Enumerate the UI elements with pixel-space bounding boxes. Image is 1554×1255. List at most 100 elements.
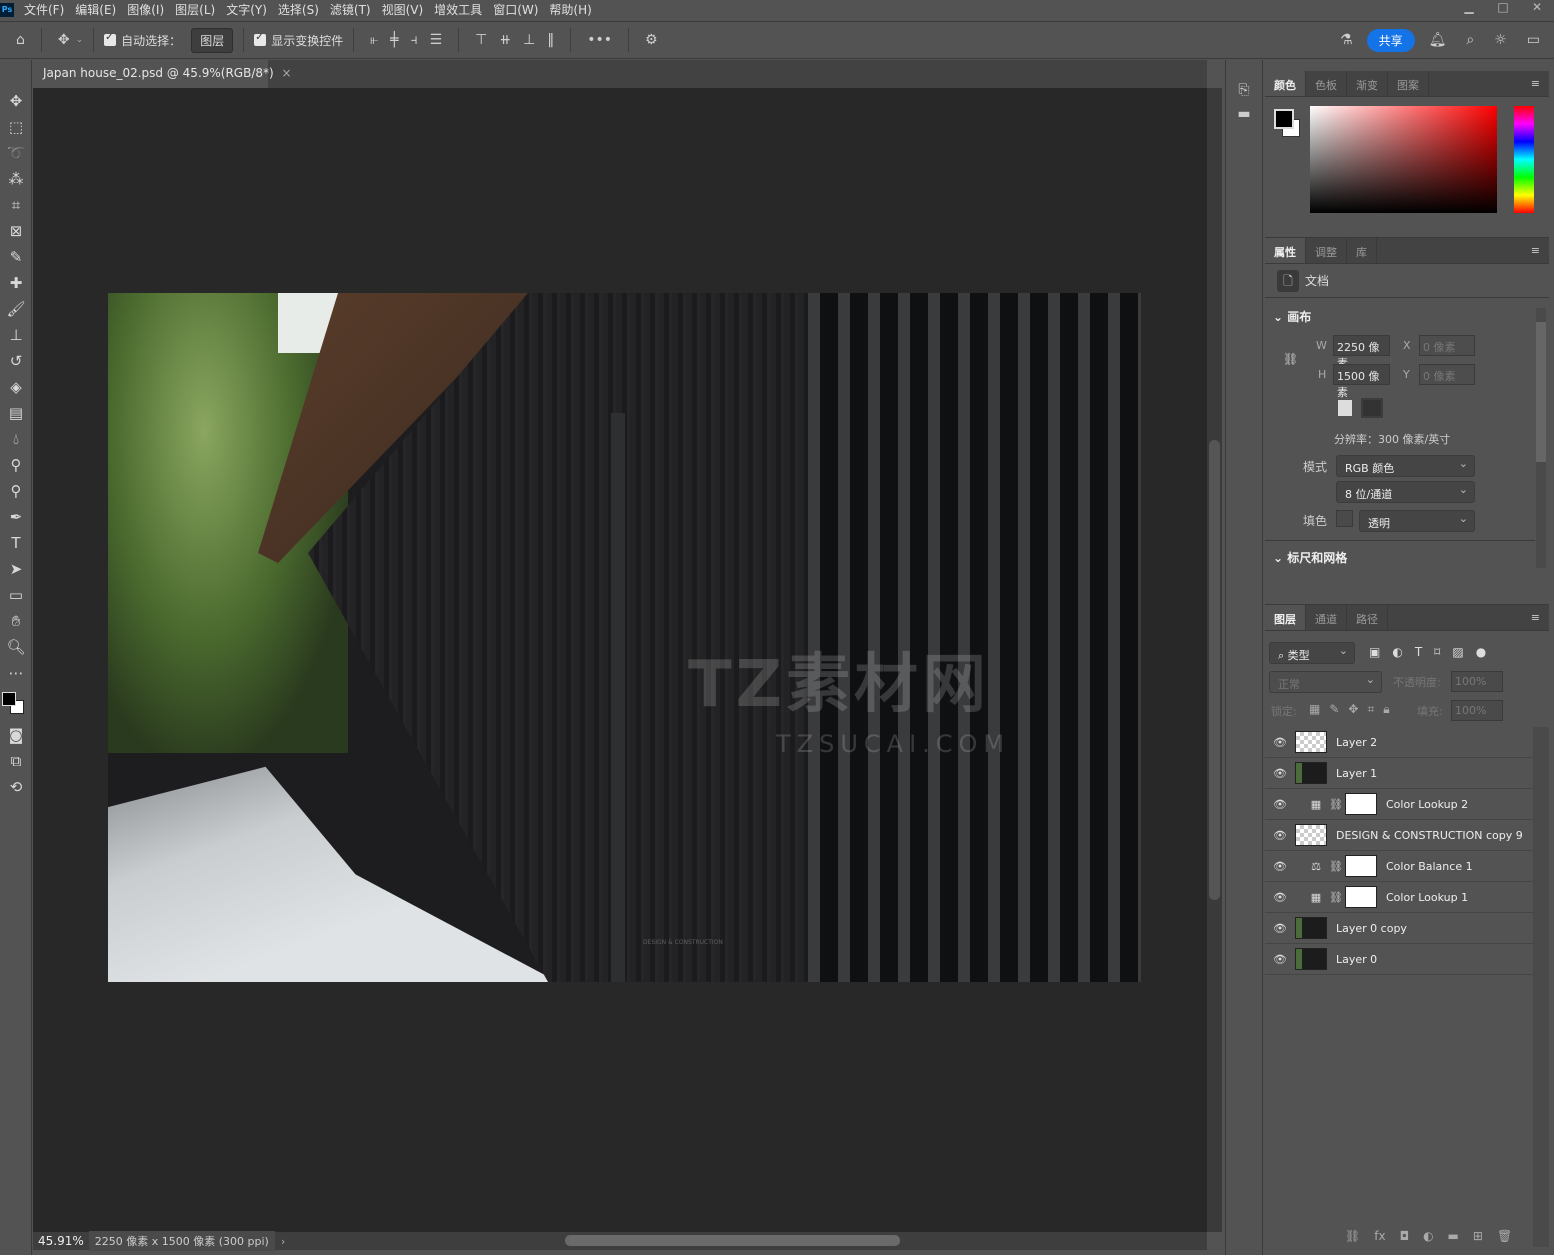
lock-transparent-icon[interactable]: ▦ [1309, 702, 1320, 717]
show-transform-checkbox[interactable] [254, 32, 267, 46]
align-left-icon[interactable]: ⫦ [370, 32, 378, 48]
height-field[interactable]: 1500 像素 [1333, 364, 1390, 399]
tab-patterns[interactable]: 图案 [1388, 71, 1429, 96]
share-button[interactable]: 共享 [1366, 28, 1415, 52]
link-icon[interactable]: ⛓ [1283, 352, 1298, 366]
menu-file[interactable]: 文件(F) [24, 1, 64, 18]
distribute-v-icon[interactable]: ‖ [547, 32, 554, 48]
blur-tool-icon[interactable]: 💧︎ [0, 426, 32, 452]
magic-wand-icon[interactable]: ⁂ [0, 166, 32, 192]
search-icon[interactable]: ⌕ [1466, 32, 1474, 48]
link-icon[interactable]: ⛓ [1327, 891, 1345, 904]
landscape-icon[interactable] [1361, 398, 1383, 418]
filter-type-icon[interactable]: T [1415, 645, 1422, 659]
pen-tool-icon[interactable]: ✒ [0, 504, 32, 530]
menu-help[interactable]: 帮助(H) [549, 1, 591, 18]
healing-brush-icon[interactable]: ✚ [0, 270, 32, 296]
opacity-field[interactable]: 100% [1451, 671, 1503, 692]
gradient-tool-icon[interactable]: ▤ [0, 400, 32, 426]
frame-tool-icon[interactable]: ⊠ [0, 218, 32, 244]
portrait-icon[interactable] [1338, 400, 1352, 416]
tab-layers[interactable]: 图层 [1265, 605, 1306, 630]
comment-icon[interactable]: ▬ [1226, 106, 1262, 122]
menu-type[interactable]: 文字(Y) [226, 1, 267, 18]
layer-row[interactable]: 👁︎ ▦ ⛓ Color Lookup 2 [1265, 789, 1533, 820]
quick-mask-icon[interactable]: ◙ [0, 722, 32, 748]
layer-row[interactable]: 👁︎ Layer 2 [1265, 727, 1533, 758]
eraser-tool-icon[interactable]: ◈ [0, 374, 32, 400]
tab-color[interactable]: 颜色 [1265, 71, 1306, 96]
fill-swatch[interactable] [1336, 510, 1353, 527]
lock-paint-icon[interactable]: ✎ [1329, 702, 1339, 717]
eye-icon[interactable]: 👁︎ [1265, 767, 1295, 780]
filter-pixel-icon[interactable]: ▣ [1369, 645, 1380, 659]
share-tool-icon[interactable]: ⟲ [0, 774, 32, 800]
lock-all-icon[interactable]: 🔒︎ [1383, 702, 1389, 717]
fill-dropdown[interactable]: 透明 [1359, 510, 1475, 532]
layer-row[interactable]: 👁︎ Layer 1 [1265, 758, 1533, 789]
align-top-icon[interactable]: ⊤ [475, 32, 487, 48]
more-options-button[interactable]: ••• [587, 32, 612, 48]
horizontal-scroll-thumb[interactable] [565, 1235, 900, 1246]
align-bottom-icon[interactable]: ⊥ [523, 32, 535, 48]
color-swatches[interactable] [0, 686, 32, 722]
auto-select-checkbox[interactable] [104, 32, 117, 46]
align-right-icon[interactable]: ⫞ [411, 32, 418, 48]
layer-filter-dropdown[interactable]: ⌕ 类型 [1269, 642, 1355, 664]
adjustment-layer-icon[interactable]: ◐ [1423, 1229, 1433, 1243]
eye-icon[interactable]: 👁︎ [1265, 953, 1295, 966]
fx-icon[interactable]: fx [1374, 1229, 1385, 1243]
dodge-tool-icon[interactable]: ⚲ [0, 452, 32, 478]
close-icon[interactable]: ✕ [1520, 0, 1554, 14]
add-mask-icon[interactable]: ◘ [1400, 1229, 1410, 1243]
bulb-icon[interactable]: ☼ [1494, 32, 1507, 48]
hand-tool-icon[interactable]: ✋︎ [0, 608, 32, 634]
color-field[interactable] [1310, 106, 1497, 213]
menu-image[interactable]: 图像(I) [127, 1, 164, 18]
eye-icon[interactable]: 👁︎ [1265, 829, 1295, 842]
layer-row[interactable]: 👁︎ Layer 0 [1265, 944, 1533, 975]
panel-menu-icon[interactable]: ≡ [1522, 605, 1549, 630]
screen-mode-icon[interactable]: ⧉ [0, 748, 32, 774]
canvas-section-header[interactable]: ⌄ 画布 [1273, 308, 1311, 325]
marquee-tool-icon[interactable]: ⬚ [0, 114, 32, 140]
link-icon[interactable]: ⛓ [1327, 798, 1345, 811]
type-tool-icon[interactable]: T [0, 530, 32, 556]
properties-scrollbar[interactable] [1536, 308, 1546, 568]
hue-slider[interactable] [1514, 106, 1534, 213]
zoom-level[interactable]: 45.91% [33, 1234, 89, 1248]
rulers-section-header[interactable]: ⌄ 标尺和网格 [1273, 549, 1347, 566]
rectangle-tool-icon[interactable]: ▭ [0, 582, 32, 608]
menu-layer[interactable]: 图层(L) [175, 1, 215, 18]
stamp-tool-icon[interactable]: ⊥ [0, 322, 32, 348]
menu-view[interactable]: 视图(V) [382, 1, 424, 18]
tab-paths[interactable]: 路径 [1347, 605, 1388, 630]
layer-row[interactable]: 👁︎ Layer 0 copy [1265, 913, 1533, 944]
bell-icon[interactable]: 🔔︎ [1429, 32, 1447, 48]
link-layers-icon[interactable]: ⛓ [1345, 1229, 1360, 1243]
filter-shape-icon[interactable]: ⌑ [1434, 645, 1440, 659]
lock-position-icon[interactable]: ✥ [1348, 702, 1358, 717]
path-select-icon[interactable]: ➤ [0, 556, 32, 582]
tab-gradients[interactable]: 渐变 [1347, 71, 1388, 96]
canvas-image[interactable]: TZ素材网 TZSUCAI.COM DESIGN & CONSTRUCTION [108, 293, 1141, 982]
eye-icon[interactable]: 👁︎ [1265, 891, 1295, 904]
menu-edit[interactable]: 编辑(E) [75, 1, 116, 18]
width-field[interactable]: 2250 像素 [1333, 335, 1390, 370]
vertical-scroll-thumb[interactable] [1209, 440, 1220, 900]
home-icon[interactable]: ⌂ [16, 32, 25, 48]
document-tab[interactable]: Japan house_02.psd @ 45.9%(RGB/8*) × [33, 60, 292, 88]
eye-icon[interactable]: 👁︎ [1265, 798, 1295, 811]
auto-select-target-dropdown[interactable]: 图层 [191, 27, 234, 53]
new-layer-icon[interactable]: ⊞ [1473, 1229, 1483, 1243]
tab-swatches[interactable]: 色板 [1306, 71, 1347, 96]
flask-icon[interactable]: ⚗ [1340, 32, 1353, 48]
workspace-icon[interactable]: ▭ [1527, 32, 1540, 48]
menu-window[interactable]: 窗口(W) [493, 1, 538, 18]
mode-dropdown[interactable]: RGB 颜色 [1336, 455, 1475, 477]
layer-row[interactable]: 👁︎ ⚖ ⛓ Color Balance 1 [1265, 851, 1533, 882]
zoom-tool-icon[interactable]: 🔍︎ [0, 634, 32, 660]
eye-icon[interactable]: 👁︎ [1265, 736, 1295, 749]
gear-icon[interactable]: ⚙ [645, 32, 658, 48]
bit-depth-dropdown[interactable]: 8 位/通道 [1336, 481, 1475, 503]
